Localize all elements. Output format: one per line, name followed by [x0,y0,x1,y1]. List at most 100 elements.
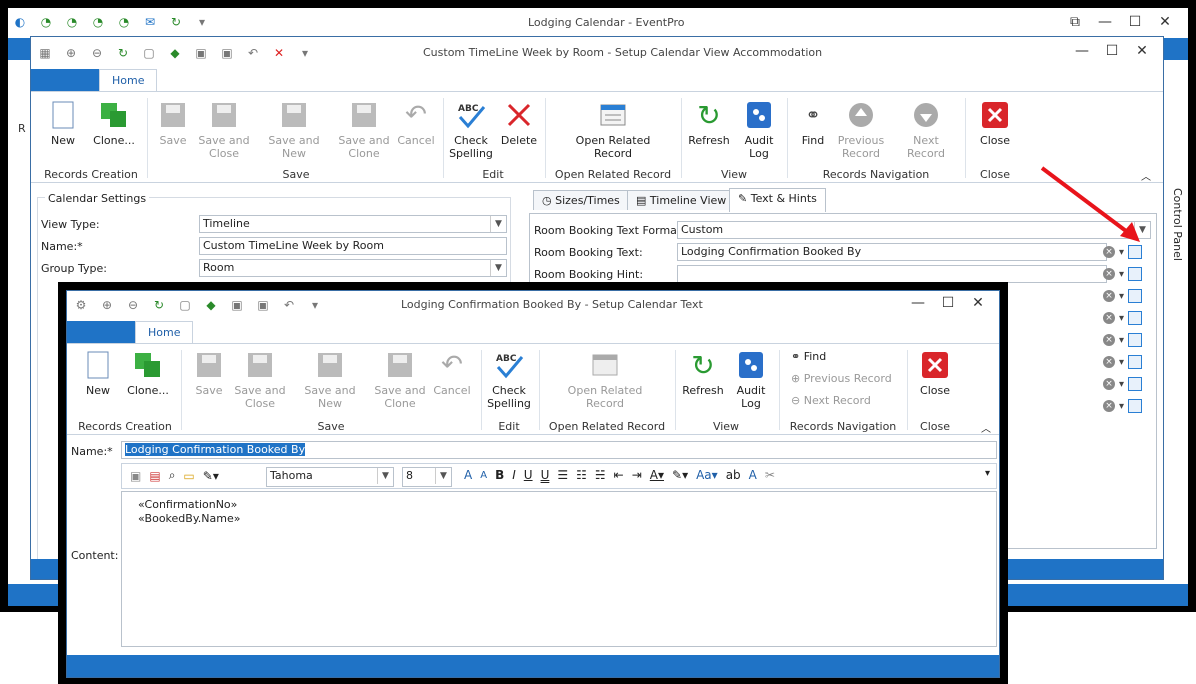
decrease-indent-icon[interactable]: ⇤ [614,468,624,482]
next-record-button[interactable]: ⊖ Next Record [791,394,871,407]
text-editor-icon[interactable] [1128,267,1143,281]
new-icon[interactable]: ▢ [141,45,157,61]
collapse-ribbon-icon[interactable]: ︿ [981,420,991,435]
maximize-icon[interactable]: ☐ [1097,43,1127,59]
clear-icon[interactable]: × [1103,312,1115,324]
clone-icon[interactable]: ◆ [167,45,183,61]
close-icon[interactable]: ✕ [963,295,993,311]
pdf-icon[interactable]: ▤ [149,469,160,483]
text-editor-icon[interactable] [1128,399,1143,413]
italic-icon[interactable]: I [512,468,516,482]
mail-icon[interactable]: ✉ [142,14,158,30]
save-icon[interactable]: ▣ [130,469,141,483]
save-button[interactable]: Save [189,350,229,397]
undo-icon[interactable]: ↶ [245,45,261,61]
save-button[interactable]: Save [155,100,191,147]
minimize-icon[interactable]: — [1090,14,1120,30]
down-icon[interactable]: ⊖ [89,45,105,61]
dropdown-icon[interactable]: ▾ [194,14,210,30]
save-close-button[interactable]: Save and Close [197,100,251,160]
grow-font-icon[interactable]: A [464,468,472,482]
toolbar-overflow-icon[interactable]: ▾ [985,468,990,479]
minimize-icon[interactable]: — [1067,43,1097,59]
increase-indent-icon[interactable]: ⇥ [632,468,642,482]
chevron-down-icon[interactable]: ▾ [1119,379,1124,390]
chevron-down-icon[interactable]: ▾ [1119,313,1124,324]
gear-icon[interactable]: ⚙ [73,297,89,313]
font-dialog-icon[interactable]: A [749,468,757,482]
new-button[interactable]: New [75,350,121,397]
text-editor-icon[interactable] [1128,377,1143,391]
grid-icon[interactable]: ▦ [37,45,53,61]
content-editor[interactable]: «ConfirmationNo» «BookedBy.Name» [121,491,997,647]
dropdown-icon[interactable]: ▾ [297,45,313,61]
save-new-button[interactable]: Save and New [293,350,367,410]
clear-icon[interactable]: × [1103,378,1115,390]
chevron-down-icon[interactable]: ▾ [1119,247,1124,258]
restore-icon[interactable]: ⧉ [1060,14,1090,30]
font-select[interactable]: Tahoma ▼ [266,467,394,487]
highlight-icon[interactable]: ✎▾ [672,468,688,482]
clear-icon[interactable]: × [1103,334,1115,346]
refresh-icon[interactable]: ↻ [151,297,167,313]
new-icon[interactable]: ▢ [177,297,193,313]
up-icon[interactable]: ⊕ [63,45,79,61]
shrink-font-icon[interactable]: A [480,470,487,481]
refresh-button[interactable]: ↻ Refresh [681,350,725,397]
change-case-icon[interactable]: Aa▾ [696,468,718,482]
text-editor-icon[interactable] [1128,355,1143,369]
chevron-down-icon[interactable]: ▾ [1119,335,1124,346]
chevron-down-icon[interactable]: ▼ [435,468,451,484]
clone-icon[interactable]: ◆ [203,297,219,313]
dropdown-icon[interactable]: ▾ [307,297,323,313]
tab-home[interactable]: Home [135,321,194,343]
text-editor-icon[interactable] [1128,333,1143,347]
name-input[interactable]: Lodging Confirmation Booked By [121,441,997,459]
find-button[interactable]: ⚭ Find [791,350,826,363]
delete-icon[interactable]: ✕ [271,45,287,61]
chevron-down-icon[interactable]: ▼ [490,216,506,232]
numbered-list-icon[interactable]: ☷ [576,468,587,482]
new-button[interactable]: New [39,100,87,147]
maximize-icon[interactable]: ☐ [933,295,963,311]
underline-icon[interactable]: U [524,468,533,482]
double-underline-icon[interactable]: U [541,468,550,482]
text-editor-icon[interactable] [1128,311,1143,325]
clock-icon[interactable]: ◔ [116,14,132,30]
clear-icon[interactable]: × [1103,356,1115,368]
undo-icon[interactable]: ↶ [281,297,297,313]
text-editor-icon[interactable] [1128,289,1143,303]
bullet-list-icon[interactable]: ☰ [557,468,568,482]
find-button[interactable]: ⚭ Find [791,100,835,147]
clock-icon[interactable]: ◔ [64,14,80,30]
open-related-record-button[interactable]: Open Related Record [563,350,647,410]
save-icon[interactable]: ▣ [229,297,245,313]
previous-record-button[interactable]: ⊕ Previous Record [791,372,892,385]
tab-timeline-view[interactable]: ▤ Timeline View [627,190,736,210]
close-icon[interactable]: ✕ [1150,14,1180,30]
close-button[interactable]: Close [975,100,1015,147]
delete-button[interactable]: Delete [499,100,539,147]
group-type-select[interactable]: Room ▼ [199,259,507,277]
check-spelling-button[interactable]: ABC Check Spelling [485,350,533,410]
cancel-button[interactable]: ↶ Cancel [395,100,437,148]
edit-dropdown-icon[interactable]: ✎▾ [203,469,219,483]
clock-icon[interactable]: ◔ [90,14,106,30]
save-close-button[interactable]: Save and Close [233,350,287,410]
audit-log-button[interactable]: Audit Log [731,350,771,410]
check-spelling-button[interactable]: ABC Check Spelling [447,100,495,160]
refresh-icon[interactable]: ↻ [115,45,131,61]
save-clone-button[interactable]: Save and Clone [337,100,391,160]
app-menu-tab[interactable] [31,69,99,91]
view-type-select[interactable]: Timeline ▼ [199,215,507,233]
save-close-icon[interactable]: ▣ [255,297,271,313]
cut-icon[interactable]: ✂ [765,468,775,482]
previous-record-button[interactable]: Previous Record [835,100,887,160]
tab-home[interactable]: Home [99,69,158,91]
save-clone-button[interactable]: Save and Clone [373,350,427,410]
save-close-icon[interactable]: ▣ [219,45,235,61]
chevron-down-icon[interactable]: ▼ [490,260,506,276]
down-icon[interactable]: ⊖ [125,297,141,313]
up-icon[interactable]: ⊕ [99,297,115,313]
tab-text-hints[interactable]: ✎ Text & Hints [729,188,826,212]
